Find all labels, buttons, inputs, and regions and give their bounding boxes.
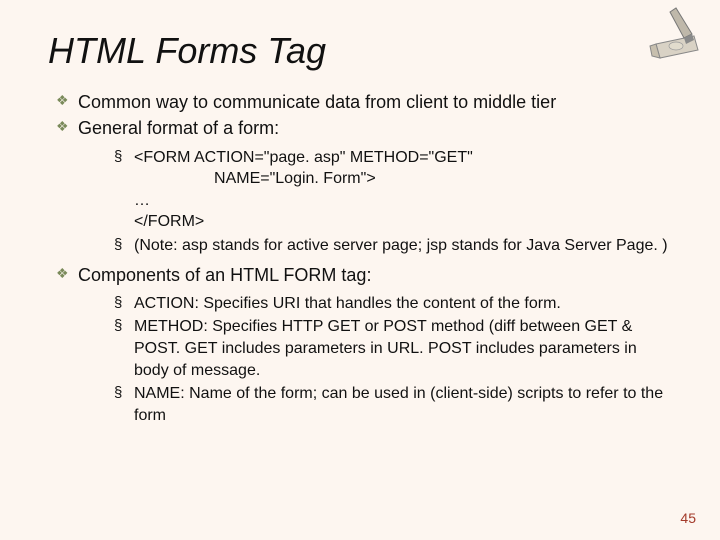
bullet-text: ACTION: Specifies URI that handles the c… (134, 295, 561, 312)
bullet-text: Common way to communicate data from clie… (78, 92, 556, 112)
sub-bullet-item: NAME: Name of the form; can be used in (… (114, 383, 672, 426)
bullet-text: NAME: Name of the form; can be used in (… (134, 385, 663, 424)
sub-bullet-item: <FORM ACTION="page. asp" METHOD="GET" NA… (114, 147, 672, 233)
bullet-item: General format of a form: <FORM ACTION="… (56, 116, 672, 256)
code-sample: <FORM ACTION="page. asp" METHOD="GET" NA… (134, 147, 672, 233)
bullet-item: Components of an HTML FORM tag: ACTION: … (56, 263, 672, 427)
decorative-corner-graphic (636, 6, 706, 66)
bullet-item: Common way to communicate data from clie… (56, 90, 672, 114)
bullet-text: General format of a form: (78, 118, 279, 138)
bullet-text: METHOD: Specifies HTTP GET or POST metho… (134, 318, 637, 378)
bullet-text: Components of an HTML FORM tag: (78, 265, 371, 285)
bullet-list-level2: ACTION: Specifies URI that handles the c… (114, 293, 672, 427)
slide-content: HTML Forms Tag Common way to communicate… (0, 0, 720, 452)
sub-bullet-item: METHOD: Specifies HTTP GET or POST metho… (114, 316, 672, 381)
bullet-text: (Note: asp stands for active server page… (134, 237, 668, 254)
page-number: 45 (680, 510, 696, 526)
bullet-list-level2: <FORM ACTION="page. asp" METHOD="GET" NA… (114, 147, 672, 257)
sub-bullet-item: ACTION: Specifies URI that handles the c… (114, 293, 672, 315)
slide-title: HTML Forms Tag (48, 30, 672, 72)
sub-bullet-item: (Note: asp stands for active server page… (114, 235, 672, 257)
bullet-list-level1: Common way to communicate data from clie… (56, 90, 672, 426)
